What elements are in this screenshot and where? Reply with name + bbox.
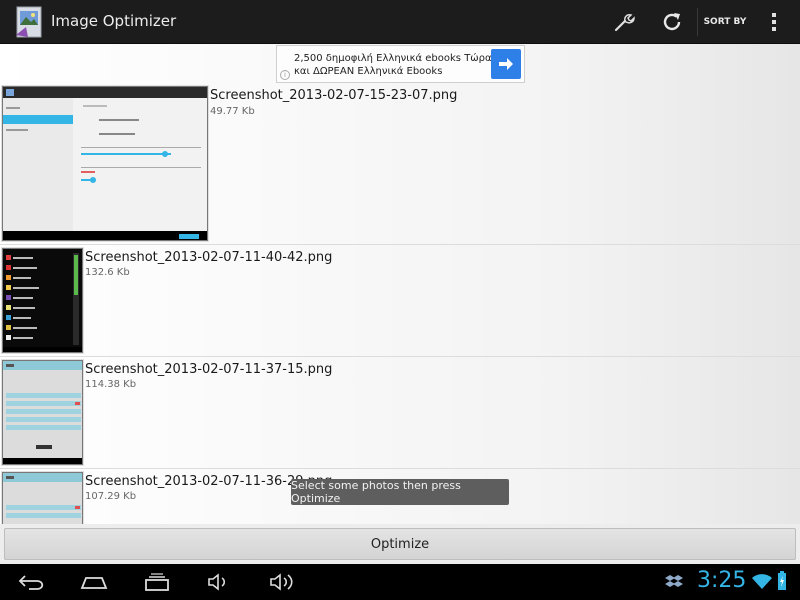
- ad-line-1: 2,500 δημοφιλή Ελληνικά ebooks Τώρα: [294, 53, 492, 64]
- settings-wrench-button[interactable]: [604, 0, 644, 44]
- wifi-icon: [751, 572, 773, 594]
- wrench-icon: [614, 14, 635, 32]
- volume-up-icon: [270, 573, 293, 591]
- file-size: 114.38 Kb: [85, 379, 137, 390]
- list-item[interactable]: Screenshot_2013-02-07-11-40-42.png 132.6…: [0, 245, 800, 357]
- battery-icon: [777, 571, 787, 595]
- optimize-bar: Optimize: [0, 524, 800, 564]
- back-button[interactable]: [12, 568, 52, 596]
- volume-down-button[interactable]: [198, 568, 238, 596]
- ad-info-icon[interactable]: i: [280, 70, 290, 80]
- sort-by-button[interactable]: SORT BY: [700, 0, 750, 44]
- refresh-icon: [663, 13, 681, 31]
- image-list: Screenshot_2013-02-07-15-23-07.png 49.77…: [0, 44, 800, 524]
- back-icon: [18, 575, 44, 590]
- volume-down-icon: [208, 573, 226, 591]
- optimize-button[interactable]: Optimize: [4, 528, 796, 560]
- image-thumbnail[interactable]: [2, 86, 208, 241]
- file-size: 132.6 Kb: [85, 267, 130, 278]
- app-icon[interactable]: [14, 5, 44, 39]
- file-size: 49.77 Kb: [210, 106, 255, 117]
- toast-message: Select some photos then press Optimize: [291, 479, 509, 505]
- ad-line-2: και ΔΩΡΕΑΝ Ελληνικά Ebooks: [294, 66, 443, 77]
- home-button[interactable]: [74, 568, 114, 596]
- ad-text: 2,500 δημοφιλή Ελληνικά ebooks Τώρα και …: [294, 52, 492, 78]
- app-title: Image Optimizer: [51, 12, 177, 30]
- overflow-menu-button[interactable]: [760, 0, 788, 44]
- ad-banner[interactable]: 2,500 δημοφιλή Ελληνικά ebooks Τώρα και …: [276, 45, 525, 83]
- action-bar: Image Optimizer SORT BY: [0, 0, 800, 44]
- file-size: 107.29 Kb: [85, 491, 137, 502]
- file-name: Screenshot_2013-02-07-15-23-07.png: [210, 88, 458, 103]
- system-nav-bar: 3:25: [0, 564, 800, 600]
- actionbar-divider: [697, 8, 698, 36]
- file-name: Screenshot_2013-02-07-11-40-42.png: [85, 250, 333, 265]
- dropbox-icon: [665, 573, 683, 595]
- ad-open-button[interactable]: [491, 49, 521, 79]
- volume-up-button[interactable]: [264, 568, 304, 596]
- recent-apps-button[interactable]: [137, 568, 177, 596]
- image-thumbnail[interactable]: [2, 360, 83, 465]
- refresh-button[interactable]: [652, 0, 692, 44]
- file-name: Screenshot_2013-02-07-11-37-15.png: [85, 362, 333, 377]
- recent-apps-icon: [145, 573, 169, 591]
- list-item[interactable]: Screenshot_2013-02-07-11-37-15.png 114.3…: [0, 357, 800, 469]
- overflow-menu-icon: [772, 13, 776, 31]
- arrow-right-icon: [499, 58, 513, 70]
- image-thumbnail[interactable]: [2, 248, 83, 353]
- status-clock: 3:25: [697, 568, 747, 593]
- image-thumbnail[interactable]: [2, 472, 83, 524]
- home-icon: [80, 577, 108, 589]
